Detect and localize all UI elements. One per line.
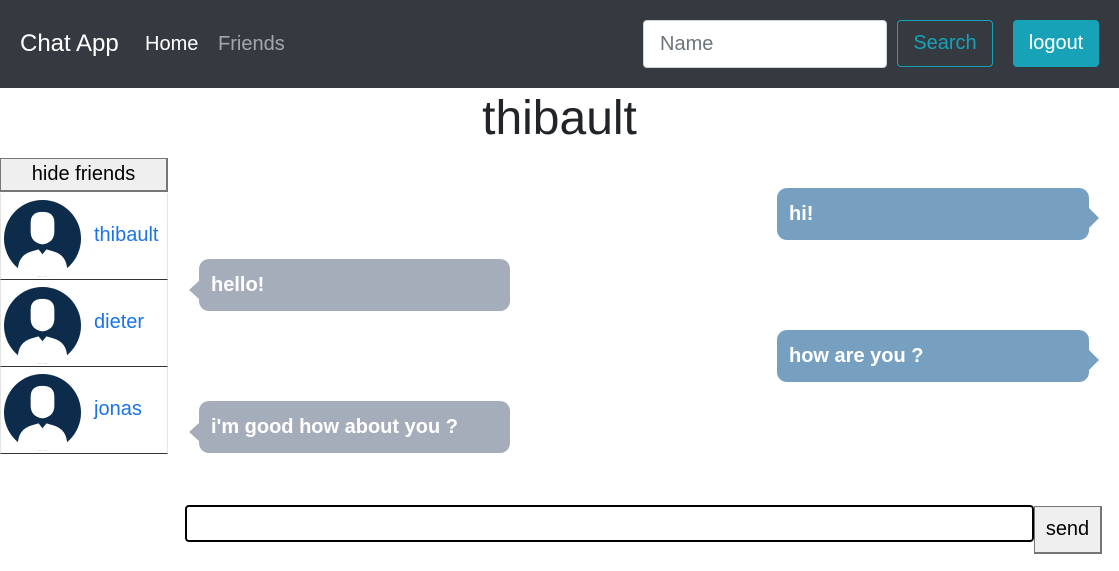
friend-item-jonas[interactable]: jonas bbox=[0, 367, 168, 454]
friend-name[interactable]: jonas bbox=[94, 397, 142, 421]
message-received: i'm good how about you ? bbox=[189, 401, 510, 453]
friend-list: thibault dieter jonas bbox=[0, 193, 168, 454]
nav-link-friends[interactable]: Friends bbox=[218, 32, 285, 56]
user-avatar-icon bbox=[3, 286, 82, 365]
logout-button[interactable]: logout bbox=[1013, 20, 1099, 67]
message-input[interactable] bbox=[185, 505, 1034, 542]
friend-item-thibault[interactable]: thibault bbox=[0, 193, 168, 280]
chat-title: thibault bbox=[482, 92, 637, 145]
message-received: hello! bbox=[189, 259, 510, 311]
brand-logo[interactable]: Chat App bbox=[20, 29, 119, 59]
friend-name[interactable]: thibault bbox=[94, 223, 159, 247]
friend-name[interactable]: dieter bbox=[94, 310, 144, 334]
message-sent: how are you ? bbox=[777, 330, 1099, 382]
message-sent: hi! bbox=[777, 188, 1099, 240]
navbar: Chat App Home Friends Search logout bbox=[0, 0, 1119, 88]
user-avatar-icon bbox=[3, 199, 82, 278]
user-avatar-icon bbox=[3, 373, 82, 452]
send-button[interactable]: send bbox=[1034, 506, 1102, 554]
friend-item-dieter[interactable]: dieter bbox=[0, 280, 168, 367]
search-input[interactable] bbox=[643, 20, 887, 68]
nav-link-home[interactable]: Home bbox=[145, 32, 198, 56]
hide-friends-button[interactable]: hide friends bbox=[0, 158, 168, 192]
search-button[interactable]: Search bbox=[897, 20, 993, 67]
